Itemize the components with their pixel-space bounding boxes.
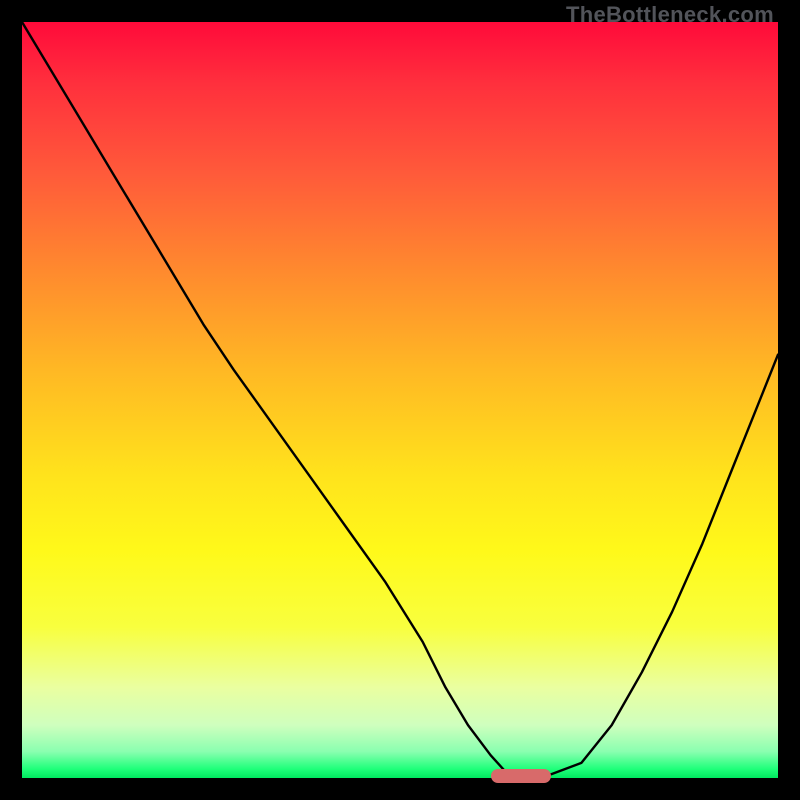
bottleneck-curve <box>22 22 778 778</box>
optimal-range-marker <box>491 769 552 783</box>
curve-path <box>22 22 778 774</box>
chart-frame: TheBottleneck.com <box>0 0 800 800</box>
